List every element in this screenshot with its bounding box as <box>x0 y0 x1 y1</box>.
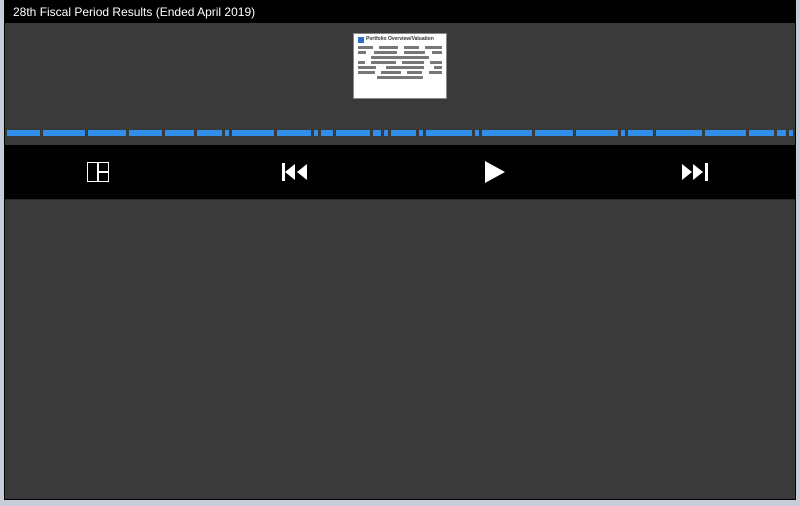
timeline-segment[interactable] <box>426 130 472 136</box>
skip-back-icon <box>282 163 308 181</box>
timeline-segment[interactable] <box>482 130 532 136</box>
timeline-segment[interactable] <box>232 130 274 136</box>
next-button[interactable] <box>595 145 795 199</box>
timeline-segment[interactable] <box>373 130 381 136</box>
timeline-segment[interactable] <box>628 130 653 136</box>
timeline-segment[interactable] <box>225 130 229 136</box>
layout-toggle-button[interactable] <box>5 145 195 199</box>
timeline-segment[interactable] <box>789 130 793 136</box>
timeline-segment[interactable] <box>777 130 785 136</box>
timeline-segment[interactable] <box>7 130 40 136</box>
timeline-segment[interactable] <box>384 130 388 136</box>
presentation-title: 28th Fiscal Period Results (Ended April … <box>13 5 255 19</box>
previous-button[interactable] <box>195 145 395 199</box>
timeline[interactable] <box>5 121 795 145</box>
timeline-segment[interactable] <box>621 130 625 136</box>
timeline-segment[interactable] <box>576 130 618 136</box>
play-button[interactable] <box>395 145 595 199</box>
timeline-segment[interactable] <box>419 130 423 136</box>
slide-thumbnail[interactable]: Portfolio Overview/Valuation <box>353 33 447 99</box>
timeline-segment[interactable] <box>43 130 85 136</box>
play-icon <box>485 161 505 183</box>
slide-bullet-icon <box>358 37 364 43</box>
timeline-segment[interactable] <box>321 130 334 136</box>
timeline-segment[interactable] <box>336 130 369 136</box>
timeline-segment[interactable] <box>88 130 126 136</box>
timeline-segment[interactable] <box>705 130 747 136</box>
timeline-segment[interactable] <box>314 130 318 136</box>
timeline-segment[interactable] <box>535 130 573 136</box>
timeline-segment[interactable] <box>391 130 416 136</box>
timeline-segment[interactable] <box>475 130 479 136</box>
timeline-segment[interactable] <box>656 130 702 136</box>
player-frame: 28th Fiscal Period Results (Ended April … <box>4 0 796 500</box>
timeline-segment[interactable] <box>277 130 310 136</box>
timeline-segment[interactable] <box>165 130 194 136</box>
playback-controls <box>5 145 795 199</box>
timeline-segment[interactable] <box>129 130 162 136</box>
slide-heading: Portfolio Overview/Valuation <box>366 37 434 43</box>
thumbnail-strip: Portfolio Overview/Valuation <box>5 23 795 121</box>
layout-icon <box>87 162 109 182</box>
content-area <box>5 199 795 499</box>
title-bar: 28th Fiscal Period Results (Ended April … <box>5 1 795 23</box>
timeline-segment[interactable] <box>197 130 222 136</box>
timeline-segment[interactable] <box>749 130 774 136</box>
skip-forward-icon <box>682 163 708 181</box>
